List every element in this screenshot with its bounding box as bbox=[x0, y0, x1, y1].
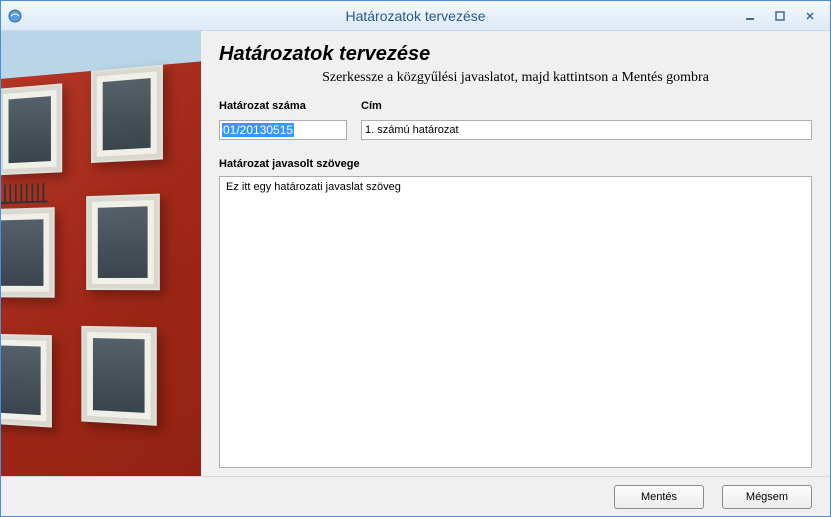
number-input-value: 01/20130515 bbox=[222, 123, 294, 137]
content-area: Határozatok tervezése Szerkessze a közgy… bbox=[1, 31, 830, 476]
page-title: Határozatok tervezése bbox=[219, 43, 812, 66]
minimize-button[interactable] bbox=[736, 7, 764, 25]
body-label: Határozat javasolt szövege bbox=[219, 158, 812, 170]
main-panel: Határozatok tervezése Szerkessze a közgy… bbox=[201, 31, 830, 476]
window-title: Határozatok tervezése bbox=[345, 8, 485, 24]
number-label: Határozat száma bbox=[219, 100, 347, 112]
form-header-row: Határozat száma Cím bbox=[219, 100, 812, 116]
maximize-button[interactable] bbox=[766, 7, 794, 25]
page-subtitle: Szerkessze a közgyűlési javaslatot, majd… bbox=[219, 70, 812, 86]
number-input[interactable]: 01/20130515 bbox=[219, 120, 347, 140]
cancel-button[interactable]: Mégsem bbox=[722, 485, 812, 509]
form-input-row: 01/20130515 bbox=[219, 120, 812, 140]
title-input[interactable] bbox=[361, 120, 812, 140]
window-controls bbox=[736, 7, 824, 25]
close-button[interactable] bbox=[796, 7, 824, 25]
footer: Mentés Mégsem bbox=[1, 476, 830, 516]
app-icon bbox=[7, 8, 23, 24]
titlebar: Határozatok tervezése bbox=[1, 1, 830, 31]
title-label: Cím bbox=[361, 100, 812, 112]
sidebar-image bbox=[1, 31, 201, 476]
save-button[interactable]: Mentés bbox=[614, 485, 704, 509]
body-textarea[interactable]: Ez itt egy határozati javaslat szöveg bbox=[219, 176, 812, 468]
